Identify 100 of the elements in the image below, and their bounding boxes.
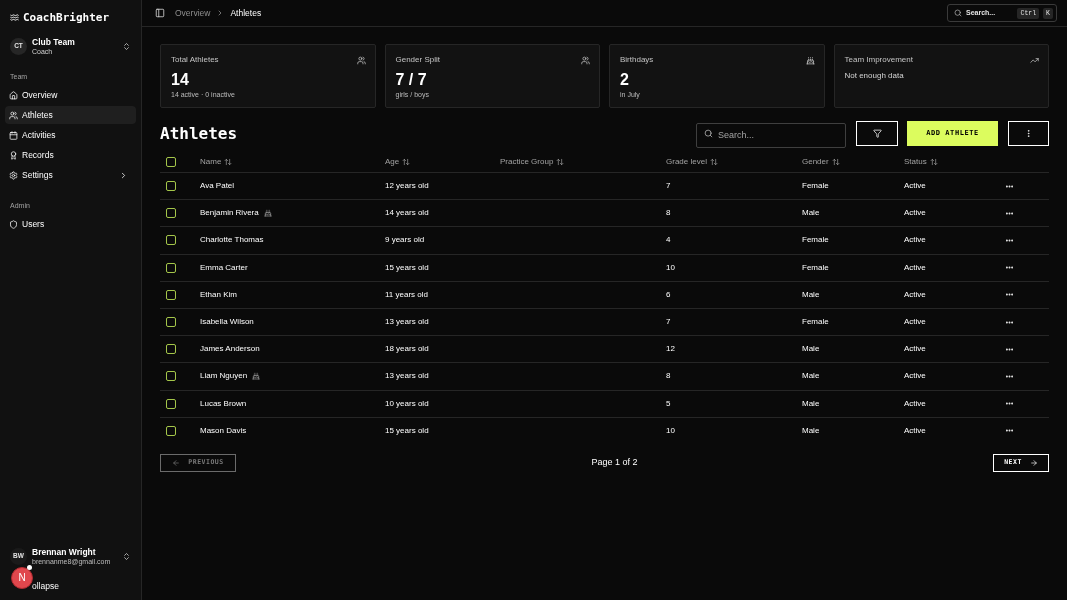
shield-icon <box>9 219 18 229</box>
app-logo: CoachBrighter <box>23 11 110 23</box>
more-vertical-icon <box>1024 129 1033 138</box>
people-icon <box>9 110 18 120</box>
table-cell: Male <box>802 371 820 382</box>
table-cell: Female <box>802 235 829 246</box>
table-cell: 15 years old <box>385 262 429 273</box>
table-cell: Male <box>802 208 820 219</box>
select-all-checkbox[interactable] <box>166 157 176 167</box>
nav-item[interactable]: Athletes <box>5 106 136 124</box>
stat-title: Birthdays <box>620 55 654 65</box>
table-cell: Female <box>802 181 829 192</box>
row-checkbox[interactable] <box>166 262 176 273</box>
row-checkbox[interactable] <box>166 398 176 409</box>
row-checkbox[interactable] <box>166 181 176 192</box>
table-cell: 9 years old <box>385 235 425 246</box>
nav-item[interactable]: Records <box>5 146 136 164</box>
row-checkbox[interactable] <box>166 371 176 382</box>
table-cell: Active <box>904 398 926 409</box>
page-indicator: Page 1 of 2 <box>590 457 639 469</box>
search-icon <box>954 9 962 17</box>
nav-item[interactable]: Users <box>5 215 136 233</box>
table-cell: Active <box>904 262 926 273</box>
stat-value: 2 <box>620 71 630 89</box>
table-cell: 18 years old <box>385 344 429 355</box>
table-cell: 5 <box>666 398 671 409</box>
athlete-name: Isabella Wilson <box>200 317 254 328</box>
row-checkbox[interactable] <box>166 425 176 436</box>
column-header[interactable]: Grade level <box>666 157 718 167</box>
breadcrumb-item[interactable]: Overview <box>175 8 211 18</box>
athlete-name: Lucas Brown <box>200 398 247 409</box>
table-cell: 11 years old <box>385 289 428 300</box>
nav-item[interactable]: Settings <box>5 166 136 184</box>
calendar-icon <box>9 130 18 140</box>
people-icon <box>581 55 590 65</box>
sort-icon <box>402 158 411 166</box>
home-icon <box>9 90 18 100</box>
column-header[interactable]: Practice Group <box>500 157 565 167</box>
table-cell: 14 years old <box>385 208 429 219</box>
nav-item[interactable]: Activities <box>5 126 136 144</box>
table-cell: 10 <box>666 262 675 273</box>
table-cell: 8 <box>666 371 671 382</box>
athlete-name: Mason Davis <box>200 425 247 436</box>
stat-value: 7 / 7 <box>395 71 428 89</box>
table-cell: Active <box>904 208 926 219</box>
filter-icon <box>872 129 882 138</box>
table-cell: Male <box>802 289 820 300</box>
trend-up-icon <box>1030 55 1039 65</box>
athlete-name: Ava Patel <box>200 181 235 192</box>
row-checkbox[interactable] <box>166 317 176 328</box>
search-field[interactable]: Search... <box>696 122 846 148</box>
row-checkbox[interactable] <box>166 344 176 355</box>
table-cell: Active <box>904 289 926 300</box>
table-cell: Male <box>802 398 820 409</box>
stat-title: Team Improvement <box>844 55 913 65</box>
row-checkbox[interactable] <box>166 235 176 246</box>
athlete-name: Charlotte Thomas <box>200 235 264 246</box>
sort-icon <box>556 158 565 166</box>
sort-icon <box>224 158 233 166</box>
team-name: Club Team <box>32 36 76 47</box>
column-header[interactable]: Gender <box>802 157 840 167</box>
column-header[interactable]: Name <box>200 157 233 167</box>
settings-icon <box>9 170 18 180</box>
chevrons-up-down-icon <box>122 41 131 51</box>
table-cell: 12 <box>666 344 675 355</box>
dev-tools-badge[interactable]: N <box>11 567 33 589</box>
table-cell: Active <box>904 371 926 382</box>
column-header[interactable]: Age <box>385 157 411 167</box>
sort-icon <box>831 158 840 166</box>
arrow-left-icon <box>172 458 181 467</box>
page-title: Athletes <box>160 123 239 144</box>
athlete-name: Liam Nguyen <box>200 371 248 382</box>
row-checkbox[interactable] <box>166 208 176 219</box>
user-name: Brennan Wright <box>32 546 97 557</box>
table-cell: Active <box>904 181 926 192</box>
row-checkbox[interactable] <box>166 289 176 300</box>
breadcrumb-item[interactable]: Athletes <box>230 8 262 18</box>
stat-empty-message: Not enough data <box>844 71 905 81</box>
table-cell: Active <box>904 425 926 436</box>
table-cell: 7 <box>666 181 671 192</box>
athlete-name: Ethan Kim <box>200 289 237 300</box>
filter-button[interactable] <box>856 121 898 146</box>
arrow-right-icon <box>1029 458 1038 467</box>
table-cell: Active <box>904 235 926 246</box>
table-cell: 7 <box>666 317 671 328</box>
table-cell: Female <box>802 317 829 328</box>
table-cell: 13 years old <box>385 317 429 328</box>
athlete-name: James Anderson <box>200 344 260 355</box>
sidebar-toggle-icon[interactable] <box>155 8 165 18</box>
nav-item[interactable]: Overview <box>5 86 136 104</box>
stat-title: Gender Split <box>395 55 440 65</box>
table-cell: Female <box>802 262 829 273</box>
table-cell: 15 years old <box>385 425 429 436</box>
athlete-name: Benjamin Rivera <box>200 208 259 219</box>
table-cell: Active <box>904 317 926 328</box>
column-header[interactable]: Status <box>904 157 938 167</box>
cake-icon <box>805 55 815 65</box>
table-cell: 8 <box>666 208 671 219</box>
more-options-button[interactable] <box>1008 121 1049 146</box>
table-cell: 13 years old <box>385 371 429 382</box>
